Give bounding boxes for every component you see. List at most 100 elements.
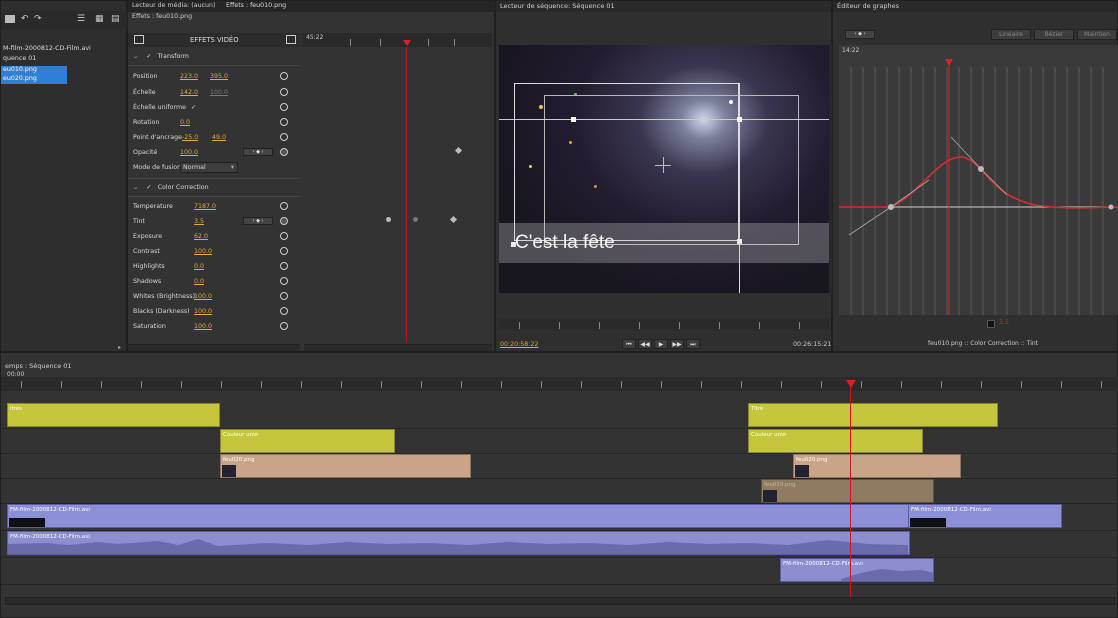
shadows-value[interactable]: 0.0 bbox=[194, 274, 204, 289]
timeline-clip-title[interactable]: Titre bbox=[748, 403, 998, 427]
timeline-clip-solid-color[interactable]: Couleur unie bbox=[748, 429, 923, 453]
rotation-value[interactable]: 0.0 bbox=[180, 115, 190, 130]
keyframe-dot[interactable] bbox=[386, 217, 391, 222]
timeline-clip-image-selected[interactable]: feu010.png bbox=[761, 479, 934, 503]
position-x-value[interactable]: 223.0 bbox=[180, 69, 198, 84]
keyframe-ruler[interactable]: 45:22 bbox=[302, 33, 492, 47]
stopwatch-icon[interactable] bbox=[280, 217, 288, 225]
horizontal-scrollbar[interactable] bbox=[128, 344, 300, 351]
opacity-value[interactable]: 100.0 bbox=[180, 145, 198, 160]
effects-panel-icon[interactable] bbox=[134, 35, 144, 44]
keyframe-nav[interactable]: ‹ ◆ › bbox=[243, 217, 273, 225]
project-item[interactable]: M-film-2000812-CD-Film.avi bbox=[3, 45, 127, 54]
stopwatch-icon[interactable] bbox=[280, 247, 288, 255]
chevron-down-icon[interactable]: ⌄ bbox=[133, 184, 138, 191]
transform-group[interactable]: ⌄ ✓ Transform bbox=[128, 49, 298, 64]
viewer-canvas[interactable]: C'est la fête bbox=[499, 45, 829, 293]
timeline-clip-video[interactable]: FM-film-2000812-CD-Film.avi bbox=[908, 504, 1062, 528]
timeline-playhead-marker[interactable] bbox=[846, 380, 856, 388]
stopwatch-icon[interactable] bbox=[280, 322, 288, 330]
tint-value[interactable]: 3.5 bbox=[194, 214, 204, 229]
project-item-selected[interactable]: eu020.png bbox=[1, 75, 67, 84]
project-item[interactable]: quence 01 bbox=[3, 55, 127, 64]
chevron-down-icon[interactable]: ⌄ bbox=[133, 53, 138, 60]
stopwatch-icon[interactable] bbox=[280, 88, 288, 96]
uniform-checkbox[interactable]: ✓ bbox=[191, 104, 196, 111]
keyframe-diamond[interactable] bbox=[449, 215, 458, 224]
ruler-tick bbox=[61, 381, 62, 388]
stopwatch-icon[interactable] bbox=[280, 133, 288, 141]
tab-effects[interactable]: Effets : feu010.png bbox=[226, 2, 286, 9]
tab-media-player[interactable]: Lecteur de média: (aucun) bbox=[132, 2, 215, 9]
graph-keyframe-nav[interactable]: ‹ ◆ › bbox=[845, 30, 875, 39]
timeline-ruler[interactable] bbox=[1, 377, 1118, 391]
highlights-value[interactable]: 0.0 bbox=[194, 259, 204, 274]
blend-mode-value: Normal bbox=[183, 164, 206, 171]
timeline-clip-image[interactable]: feu020.png bbox=[220, 454, 471, 478]
stopwatch-icon[interactable] bbox=[280, 292, 288, 300]
play-button[interactable]: ▶ bbox=[654, 339, 668, 349]
undo-icon[interactable]: ↶ bbox=[21, 14, 29, 24]
timeline-clip-titles[interactable]: itres bbox=[7, 403, 220, 427]
graph-value-field[interactable] bbox=[987, 320, 995, 328]
stopwatch-icon[interactable] bbox=[280, 307, 288, 315]
keyframe-nav[interactable]: ‹ ◆ › bbox=[243, 148, 273, 156]
graph-canvas[interactable]: 14:22 bbox=[839, 45, 1118, 315]
detail-view-icon[interactable]: ▤ bbox=[111, 14, 120, 24]
go-to-end-button[interactable]: ⏭ bbox=[686, 339, 700, 349]
checkbox-icon[interactable]: ✓ bbox=[146, 184, 151, 191]
color-correction-group[interactable]: ⌄ ✓ Color Correction bbox=[128, 180, 298, 195]
stopwatch-icon[interactable] bbox=[280, 277, 288, 285]
anchor-x-value[interactable]: -25.0 bbox=[182, 130, 198, 145]
list-view-icon[interactable]: ☰ bbox=[77, 14, 85, 24]
redo-icon[interactable]: ↷ bbox=[34, 14, 42, 24]
temperature-value[interactable]: 7187.0 bbox=[194, 199, 216, 214]
graph-plot[interactable] bbox=[839, 45, 1118, 315]
grid-view-icon[interactable]: ▦ bbox=[95, 14, 104, 24]
viewer-timecode-current[interactable]: 00:20:58:22 bbox=[500, 341, 538, 348]
step-back-button[interactable]: ◀◀ bbox=[638, 339, 652, 349]
horizontal-scrollbar[interactable] bbox=[304, 344, 492, 351]
stopwatch-icon[interactable] bbox=[280, 103, 288, 111]
stopwatch-icon[interactable] bbox=[280, 72, 288, 80]
timeline-clip-video[interactable]: FM-film-2000812-CD-Film.avi bbox=[7, 504, 910, 528]
timeline-scrollbar[interactable] bbox=[5, 597, 1115, 605]
keyframe-dot[interactable] bbox=[413, 217, 418, 222]
timeline-clip-audio[interactable]: FM-film-2000812-CD-Film.avi bbox=[780, 558, 934, 582]
anchor-y-value[interactable]: 49.0 bbox=[212, 130, 226, 145]
scale-x-value[interactable]: 142.0 bbox=[180, 85, 198, 100]
viewer-ruler[interactable] bbox=[499, 319, 829, 329]
folder-icon[interactable] bbox=[5, 15, 15, 23]
timeline-clip-image[interactable]: feu020.png bbox=[793, 454, 961, 478]
step-forward-button[interactable]: ▶▶ bbox=[670, 339, 684, 349]
saturation-value[interactable]: 100.0 bbox=[194, 319, 212, 334]
blacks-value[interactable]: 100.0 bbox=[194, 304, 212, 319]
whites-value[interactable]: 100.0 bbox=[194, 289, 212, 304]
go-to-start-button[interactable]: ⏮ bbox=[622, 339, 636, 349]
stopwatch-icon[interactable] bbox=[280, 202, 288, 210]
blend-mode-select[interactable]: Normal ▾ bbox=[180, 162, 238, 173]
checkbox-icon[interactable]: ✓ bbox=[146, 53, 151, 60]
position-y-value[interactable]: 395.0 bbox=[210, 69, 228, 84]
keyframe-diamond[interactable] bbox=[454, 146, 463, 155]
stopwatch-icon[interactable] bbox=[280, 118, 288, 126]
hold-button[interactable]: Maintien bbox=[1077, 29, 1117, 40]
timeline-clip-audio[interactable]: FM-film-2000812-CD-Film.avi bbox=[7, 531, 910, 555]
project-item-selected[interactable]: eu010.png bbox=[1, 66, 67, 75]
timeline-clip-solid-color[interactable]: Couleur unie bbox=[220, 429, 395, 453]
scroll-right-icon[interactable]: ▸ bbox=[118, 344, 121, 351]
stopwatch-icon[interactable] bbox=[280, 232, 288, 240]
playhead-marker[interactable] bbox=[403, 40, 411, 46]
handle[interactable] bbox=[737, 117, 742, 122]
stopwatch-icon[interactable] bbox=[280, 262, 288, 270]
overlay-title-text[interactable]: C'est la fête bbox=[515, 232, 615, 254]
contrast-value[interactable]: 100.0 bbox=[194, 244, 212, 259]
handle[interactable] bbox=[571, 117, 576, 122]
stopwatch-icon[interactable] bbox=[280, 148, 288, 156]
reset-icon[interactable] bbox=[286, 35, 296, 44]
linear-button[interactable]: Linéaire bbox=[991, 29, 1031, 40]
graph-caption: feu010.png :: Color Correction :: Tint bbox=[928, 340, 1039, 347]
exposure-value[interactable]: 62.0 bbox=[194, 229, 208, 244]
bezier-button[interactable]: Bézier bbox=[1034, 29, 1074, 40]
ruler-tick bbox=[21, 381, 22, 388]
